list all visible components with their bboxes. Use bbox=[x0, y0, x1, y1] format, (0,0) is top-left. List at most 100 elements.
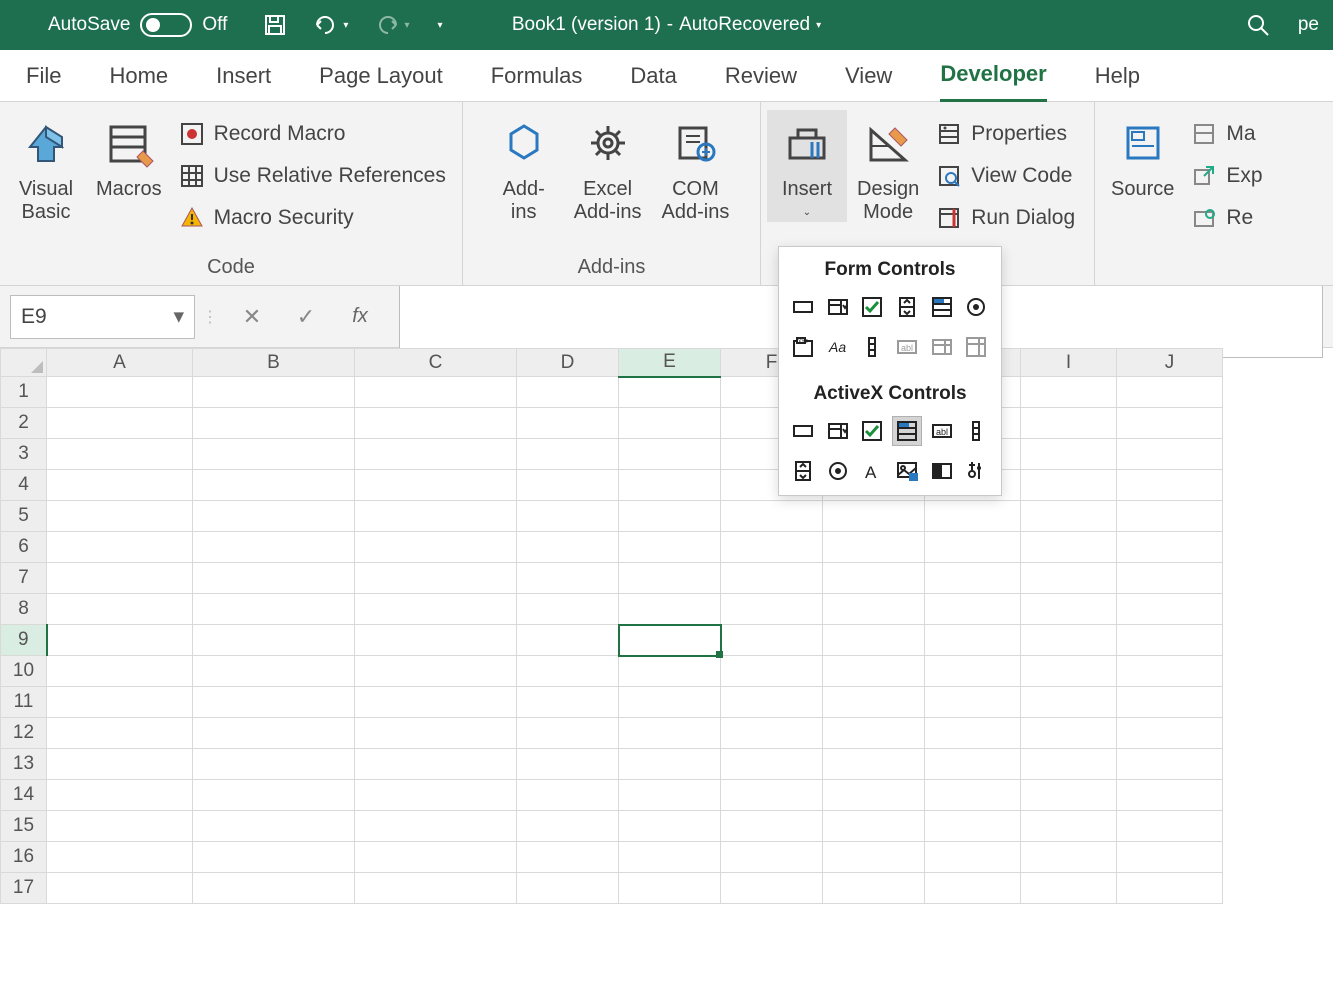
cell-J5[interactable] bbox=[1117, 501, 1223, 532]
cell-H15[interactable] bbox=[925, 811, 1021, 842]
group-box-icon[interactable]: XYZ bbox=[789, 333, 817, 361]
cell-B1[interactable] bbox=[193, 377, 355, 408]
cell-G16[interactable] bbox=[823, 842, 925, 873]
cell-C1[interactable] bbox=[355, 377, 517, 408]
cell-C8[interactable] bbox=[355, 594, 517, 625]
row-header-8[interactable]: 8 bbox=[1, 594, 47, 625]
cell-B11[interactable] bbox=[193, 687, 355, 718]
cell-C11[interactable] bbox=[355, 687, 517, 718]
scroll-bar-icon[interactable] bbox=[962, 417, 990, 445]
cell-D2[interactable] bbox=[517, 408, 619, 439]
cell-C4[interactable] bbox=[355, 470, 517, 501]
cell-F17[interactable] bbox=[721, 873, 823, 904]
cell-J17[interactable] bbox=[1117, 873, 1223, 904]
customize-qat-icon[interactable]: ▾ bbox=[437, 20, 442, 31]
cell-H7[interactable] bbox=[925, 563, 1021, 594]
source-button[interactable]: Source bbox=[1101, 110, 1184, 205]
toggle-icon[interactable] bbox=[928, 457, 956, 485]
cell-A15[interactable] bbox=[47, 811, 193, 842]
cell-C15[interactable] bbox=[355, 811, 517, 842]
cell-B10[interactable] bbox=[193, 656, 355, 687]
record-macro-button[interactable]: Record Macro bbox=[172, 116, 452, 152]
cell-F13[interactable] bbox=[721, 749, 823, 780]
combo-box-icon[interactable] bbox=[824, 293, 852, 321]
cell-A4[interactable] bbox=[47, 470, 193, 501]
cell-F6[interactable] bbox=[721, 532, 823, 563]
cell-C9[interactable] bbox=[355, 625, 517, 656]
cell-A10[interactable] bbox=[47, 656, 193, 687]
check-box-icon[interactable] bbox=[858, 293, 886, 321]
cell-F5[interactable] bbox=[721, 501, 823, 532]
cell-E11[interactable] bbox=[619, 687, 721, 718]
undo-button[interactable]: ▾ bbox=[313, 14, 348, 36]
cell-J1[interactable] bbox=[1117, 377, 1223, 408]
cell-A8[interactable] bbox=[47, 594, 193, 625]
column-header-J[interactable]: J bbox=[1117, 349, 1223, 377]
cell-E4[interactable] bbox=[619, 470, 721, 501]
worksheet-grid[interactable]: ABCDEFGHIJ1234567891011121314151617 bbox=[0, 348, 1333, 904]
combo-box-icon[interactable] bbox=[824, 417, 852, 445]
cell-C14[interactable] bbox=[355, 780, 517, 811]
design-mode-button[interactable]: Design Mode bbox=[847, 110, 929, 228]
cell-D13[interactable] bbox=[517, 749, 619, 780]
cell-C6[interactable] bbox=[355, 532, 517, 563]
cell-H8[interactable] bbox=[925, 594, 1021, 625]
cell-G5[interactable] bbox=[823, 501, 925, 532]
cell-D17[interactable] bbox=[517, 873, 619, 904]
cell-B15[interactable] bbox=[193, 811, 355, 842]
chevron-down-icon[interactable]: ▾ bbox=[343, 20, 348, 31]
more-controls-icon[interactable] bbox=[962, 457, 990, 485]
cell-F12[interactable] bbox=[721, 718, 823, 749]
use-relative-references-button[interactable]: Use Relative References bbox=[172, 158, 452, 194]
cell-I17[interactable] bbox=[1021, 873, 1117, 904]
cell-B9[interactable] bbox=[193, 625, 355, 656]
cell-A11[interactable] bbox=[47, 687, 193, 718]
autosave-toggle[interactable]: AutoSave Off bbox=[48, 13, 227, 37]
cell-G13[interactable] bbox=[823, 749, 925, 780]
expansion-packs-button[interactable]: Exp bbox=[1184, 158, 1268, 194]
cell-I14[interactable] bbox=[1021, 780, 1117, 811]
cell-G11[interactable] bbox=[823, 687, 925, 718]
cell-I2[interactable] bbox=[1021, 408, 1117, 439]
cell-B2[interactable] bbox=[193, 408, 355, 439]
tab-help[interactable]: Help bbox=[1095, 51, 1140, 101]
cell-I8[interactable] bbox=[1021, 594, 1117, 625]
cell-F9[interactable] bbox=[721, 625, 823, 656]
text-box-icon[interactable]: abl bbox=[928, 417, 956, 445]
tab-insert[interactable]: Insert bbox=[216, 51, 271, 101]
cell-F16[interactable] bbox=[721, 842, 823, 873]
tab-home[interactable]: Home bbox=[109, 51, 168, 101]
cell-G17[interactable] bbox=[823, 873, 925, 904]
cell-I3[interactable] bbox=[1021, 439, 1117, 470]
cell-H5[interactable] bbox=[925, 501, 1021, 532]
cell-J14[interactable] bbox=[1117, 780, 1223, 811]
option-icon[interactable] bbox=[824, 457, 852, 485]
spin-icon[interactable] bbox=[789, 457, 817, 485]
cell-I12[interactable] bbox=[1021, 718, 1117, 749]
cell-A1[interactable] bbox=[47, 377, 193, 408]
cell-G8[interactable] bbox=[823, 594, 925, 625]
cell-A12[interactable] bbox=[47, 718, 193, 749]
cell-J3[interactable] bbox=[1117, 439, 1223, 470]
cell-A3[interactable] bbox=[47, 439, 193, 470]
row-header-9[interactable]: 9 bbox=[1, 625, 47, 656]
chevron-down-icon[interactable]: ▾ bbox=[173, 304, 184, 329]
cell-D1[interactable] bbox=[517, 377, 619, 408]
cell-J4[interactable] bbox=[1117, 470, 1223, 501]
cell-J8[interactable] bbox=[1117, 594, 1223, 625]
tab-page-layout[interactable]: Page Layout bbox=[319, 51, 443, 101]
cell-A7[interactable] bbox=[47, 563, 193, 594]
view-code-button[interactable]: View Code bbox=[929, 158, 1081, 194]
cell-D15[interactable] bbox=[517, 811, 619, 842]
search-icon[interactable] bbox=[1246, 13, 1270, 37]
cell-J16[interactable] bbox=[1117, 842, 1223, 873]
chevron-down-icon[interactable]: ▾ bbox=[816, 20, 821, 31]
list-box-icon[interactable] bbox=[928, 293, 956, 321]
row-header-14[interactable]: 14 bbox=[1, 780, 47, 811]
cell-B6[interactable] bbox=[193, 532, 355, 563]
excel-addins-button[interactable]: Excel Add-ins bbox=[564, 110, 652, 228]
cell-F11[interactable] bbox=[721, 687, 823, 718]
cell-H12[interactable] bbox=[925, 718, 1021, 749]
cell-I1[interactable] bbox=[1021, 377, 1117, 408]
cell-I5[interactable] bbox=[1021, 501, 1117, 532]
